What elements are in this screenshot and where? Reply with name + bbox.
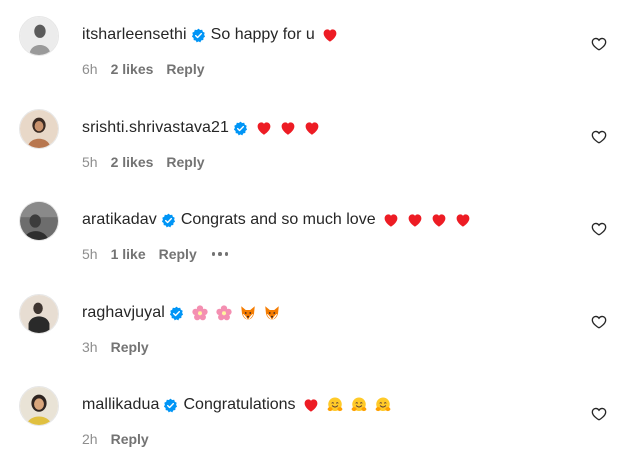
verified-badge-icon: [163, 398, 178, 413]
more-horizontal-icon[interactable]: [211, 252, 229, 256]
comment-item: mallikadua Congratulations 2h Reply: [0, 386, 625, 472]
comment-text: Congratulations: [183, 396, 296, 413]
pink-flower-icon: [215, 304, 233, 322]
username[interactable]: srishti.shrivastava21: [82, 117, 229, 139]
heart-outline-icon[interactable]: [591, 314, 607, 330]
red-heart-icon: [279, 119, 297, 137]
hugging-face-icon: [374, 396, 392, 414]
timestamp: 5h: [82, 246, 98, 262]
comment-item: raghavjuyal 3h Reply: [0, 294, 625, 386]
red-heart-icon: [303, 119, 321, 137]
red-heart-icon: [382, 211, 400, 229]
red-heart-icon: [430, 211, 448, 229]
comment-meta: 3h Reply: [82, 338, 149, 356]
heart-outline-icon[interactable]: [591, 406, 607, 422]
username[interactable]: aratikadav: [82, 209, 157, 231]
fox-face-icon: [263, 304, 281, 322]
reply-button[interactable]: Reply: [111, 338, 149, 356]
verified-badge-icon: [161, 213, 176, 228]
comment-meta: 2h Reply: [82, 430, 149, 448]
likes-count[interactable]: 2 likes: [111, 60, 154, 78]
avatar[interactable]: [19, 201, 59, 241]
hugging-face-icon: [326, 396, 344, 414]
verified-badge-icon: [233, 121, 248, 136]
emoji-group: [382, 211, 472, 229]
comment-body: srishti.shrivastava21: [82, 117, 321, 139]
comment-text: So happy for u: [210, 26, 315, 43]
comment-item: srishti.shrivastava21 5h 2 likes Reply: [0, 109, 625, 201]
reply-button[interactable]: Reply: [166, 60, 204, 78]
timestamp: 3h: [82, 339, 98, 355]
comment-body: itsharleensethi So happy for u: [82, 24, 339, 46]
fox-face-icon: [239, 304, 257, 322]
comment-body: aratikadav Congrats and so much love: [82, 209, 472, 231]
red-heart-icon: [302, 396, 320, 414]
emoji-group: [302, 396, 392, 414]
likes-count[interactable]: 1 like: [111, 245, 146, 263]
comment-item: aratikadav Congrats and so much love 5h …: [0, 201, 625, 293]
comment-body: raghavjuyal: [82, 302, 281, 324]
heart-outline-icon[interactable]: [591, 129, 607, 145]
username[interactable]: mallikadua: [82, 394, 159, 416]
username[interactable]: itsharleensethi: [82, 24, 187, 46]
comment-meta: 5h 2 likes Reply: [82, 153, 205, 171]
reply-button[interactable]: Reply: [166, 153, 204, 171]
red-heart-icon: [454, 211, 472, 229]
timestamp: 5h: [82, 154, 98, 170]
comment-meta: 5h 1 like Reply: [82, 245, 229, 263]
timestamp: 2h: [82, 431, 98, 447]
username[interactable]: raghavjuyal: [82, 302, 165, 324]
pink-flower-icon: [191, 304, 209, 322]
likes-count[interactable]: 2 likes: [111, 153, 154, 171]
red-heart-icon: [255, 119, 273, 137]
verified-badge-icon: [169, 306, 184, 321]
reply-button[interactable]: Reply: [159, 245, 197, 263]
verified-badge-icon: [191, 28, 206, 43]
emoji-group: [321, 26, 339, 44]
avatar[interactable]: [19, 109, 59, 149]
comment-body: mallikadua Congratulations: [82, 394, 392, 416]
hugging-face-icon: [350, 396, 368, 414]
emoji-group: [191, 304, 281, 322]
comment-item: itsharleensethi So happy for u 6h 2 like…: [0, 16, 625, 108]
emoji-group: [255, 119, 321, 137]
red-heart-icon: [321, 26, 339, 44]
comment-meta: 6h 2 likes Reply: [82, 60, 205, 78]
reply-button[interactable]: Reply: [111, 430, 149, 448]
timestamp: 6h: [82, 61, 98, 77]
comment-list: itsharleensethi So happy for u 6h 2 like…: [0, 0, 625, 472]
red-heart-icon: [406, 211, 424, 229]
heart-outline-icon[interactable]: [591, 221, 607, 237]
avatar[interactable]: [19, 294, 59, 334]
heart-outline-icon[interactable]: [591, 36, 607, 52]
avatar[interactable]: [19, 16, 59, 56]
comment-text: Congrats and so much love: [180, 211, 376, 228]
avatar[interactable]: [19, 386, 59, 426]
